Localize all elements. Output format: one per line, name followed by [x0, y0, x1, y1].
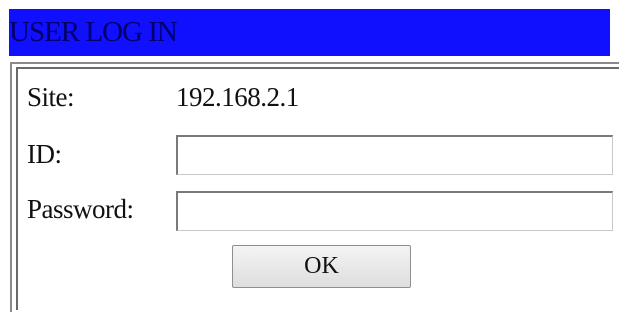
id-input[interactable] [176, 135, 613, 175]
site-label: Site: [27, 82, 75, 112]
password-input[interactable] [176, 191, 613, 231]
title-bar: USER LOG IN [9, 9, 610, 56]
id-label: ID: [27, 139, 62, 169]
page-title: USER LOG IN [9, 16, 178, 48]
password-label: Password: [27, 194, 134, 224]
ok-button[interactable]: OK [232, 245, 411, 288]
site-value: 192.168.2.1 [176, 82, 299, 112]
